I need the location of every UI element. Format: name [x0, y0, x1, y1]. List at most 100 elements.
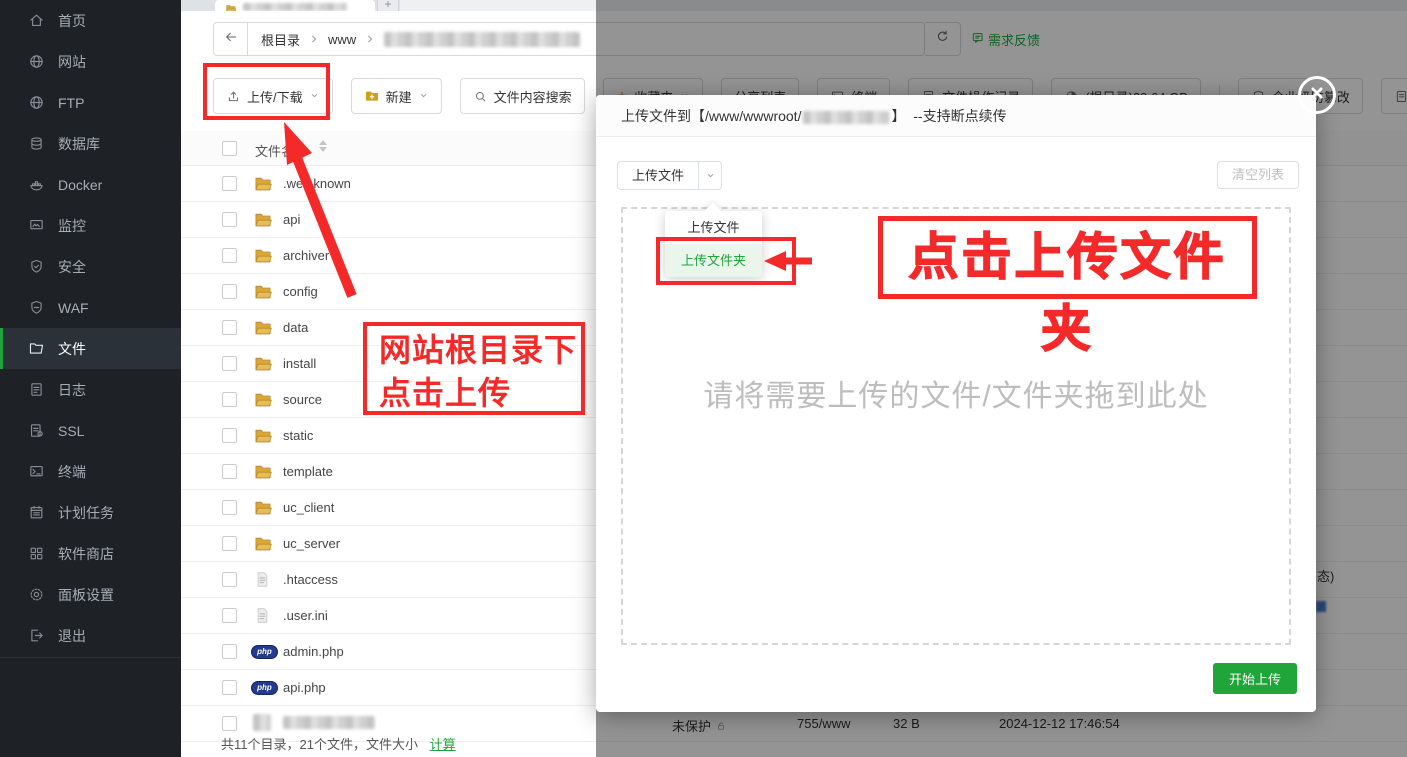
- calculate-size-link[interactable]: 计算: [430, 737, 456, 752]
- row-checkbox[interactable]: [222, 176, 237, 191]
- sidebar-item-home[interactable]: 首页: [0, 0, 181, 41]
- sidebar-item-logout[interactable]: 退出: [0, 615, 181, 656]
- row-checkbox[interactable]: [222, 680, 237, 695]
- row-checkbox[interactable]: [222, 536, 237, 551]
- chevron-down-icon: [705, 170, 716, 181]
- start-upload-button[interactable]: 开始上传: [1213, 663, 1297, 694]
- upload-dialog: 上传文件到【/www/wwwroot/】 --支持断点续传 上传文件 清空列表 …: [596, 95, 1316, 712]
- row-checkbox[interactable]: [222, 608, 237, 623]
- grid-icon: [28, 545, 45, 562]
- tab-current-directory[interactable]: [215, 0, 375, 11]
- toolbar-button-label: 新建: [386, 87, 412, 106]
- sidebar-item-settings[interactable]: 面板设置: [0, 574, 181, 615]
- title-path-prefix: 上传文件到【/www/wwwroot/: [621, 108, 801, 124]
- folder-icon: [225, 2, 237, 11]
- chevron-right-icon: [308, 33, 320, 45]
- folder-icon: [253, 282, 273, 302]
- sidebar-item-logs[interactable]: 日志: [0, 369, 181, 410]
- select-all-checkbox[interactable]: [222, 141, 237, 156]
- toolbar-button-0[interactable]: 上传/下载: [213, 78, 333, 114]
- close-icon: [1306, 82, 1328, 104]
- column-filename[interactable]: 文件名称: [255, 141, 307, 160]
- file-icon: [253, 570, 272, 589]
- file-name[interactable]: static: [283, 428, 313, 443]
- back-arrow-icon: [223, 29, 239, 50]
- row-checkbox[interactable]: [222, 716, 237, 731]
- sidebar-item-label: 软件商店: [58, 544, 114, 564]
- censored-path: [384, 32, 580, 47]
- file-name[interactable]: uc_client: [283, 500, 334, 515]
- breadcrumb-root[interactable]: 根目录: [261, 30, 300, 49]
- sidebar-item-terminal[interactable]: 终端: [0, 451, 181, 492]
- file-name[interactable]: .well-known: [283, 176, 351, 191]
- file-name[interactable]: install: [283, 356, 316, 371]
- sidebar-item-cron[interactable]: 计划任务: [0, 492, 181, 533]
- chevron-right-icon: [308, 33, 320, 45]
- menu-item-upload-folder[interactable]: 上传文件夹: [665, 244, 762, 277]
- gear-icon: [28, 586, 45, 603]
- row-checkbox[interactable]: [222, 284, 237, 299]
- doc-lines-icon: [28, 381, 45, 398]
- sidebar-item-appstore[interactable]: 软件商店: [0, 533, 181, 574]
- sidebar-item-label: 监控: [58, 216, 86, 236]
- row-checkbox[interactable]: [222, 356, 237, 371]
- sidebar-item-label: 安全: [58, 257, 86, 277]
- monitor-icon: [28, 217, 45, 234]
- file-name[interactable]: api: [283, 212, 300, 227]
- folder-icon: [253, 174, 273, 194]
- row-checkbox[interactable]: [222, 392, 237, 407]
- file-name[interactable]: source: [283, 392, 322, 407]
- row-checkbox[interactable]: [222, 248, 237, 263]
- file-name[interactable]: template: [283, 464, 333, 479]
- row-checkbox[interactable]: [222, 644, 237, 659]
- sidebar-item-monitor[interactable]: 监控: [0, 205, 181, 246]
- toolbar-button-2[interactable]: 文件内容搜索: [460, 78, 585, 114]
- sidebar-item-waf[interactable]: WAF: [0, 287, 181, 328]
- search-icon: [473, 89, 488, 104]
- new-tab-button[interactable]: +: [377, 0, 399, 11]
- sidebar-item-site[interactable]: 网站: [0, 41, 181, 82]
- file-name[interactable]: api.php: [283, 680, 326, 695]
- sidebar-item-ssl[interactable]: SSL: [0, 410, 181, 451]
- globe-icon: [28, 94, 45, 111]
- upload-file-split-button[interactable]: 上传文件: [617, 161, 722, 190]
- status-bar: 共11个目录，21个文件，文件大小 计算: [221, 734, 456, 753]
- upload-type-menu: 上传文件 上传文件夹: [665, 211, 762, 277]
- row-checkbox[interactable]: [222, 320, 237, 335]
- docker-icon: [28, 176, 45, 193]
- row-checkbox[interactable]: [222, 212, 237, 227]
- file-name[interactable]: archiver: [283, 248, 329, 263]
- censored-tab-title: [243, 3, 347, 11]
- sort-icon[interactable]: [319, 140, 327, 152]
- sidebar-item-ftp[interactable]: FTP: [0, 82, 181, 123]
- row-checkbox[interactable]: [222, 464, 237, 479]
- breadcrumb-www[interactable]: www: [328, 32, 356, 47]
- file-name[interactable]: uc_server: [283, 536, 340, 551]
- back-button[interactable]: [214, 23, 248, 55]
- sidebar-item-docker[interactable]: Docker: [0, 164, 181, 205]
- row-checkbox[interactable]: [222, 428, 237, 443]
- row-checkbox[interactable]: [222, 572, 237, 587]
- clear-list-button[interactable]: 清空列表: [1217, 161, 1299, 189]
- sidebar-item-files[interactable]: 文件: [0, 328, 181, 369]
- menu-item-upload-file[interactable]: 上传文件: [665, 211, 762, 244]
- file-name[interactable]: config: [283, 284, 318, 299]
- sidebar-item-label: 面板设置: [58, 585, 114, 605]
- sidebar: 首页网站FTP数据库Docker 监控安全 WAF文件日志 SSL 终端计划任务软件商店…: [0, 0, 181, 757]
- file-name[interactable]: .user.ini: [283, 608, 328, 623]
- file-name[interactable]: .htaccess: [283, 572, 338, 587]
- file-name[interactable]: data: [283, 320, 308, 335]
- upload-file-label[interactable]: 上传文件: [618, 162, 698, 189]
- sidebar-item-security[interactable]: 安全: [0, 246, 181, 287]
- dropzone-hint: 请将需要上传的文件/文件夹拖到此处: [623, 371, 1289, 415]
- php-icon: php: [251, 681, 278, 695]
- sidebar-item-database[interactable]: 数据库: [0, 123, 181, 164]
- sidebar-item-label: SSL: [58, 423, 84, 439]
- toolbar-button-1[interactable]: 新建: [351, 78, 442, 114]
- chevron-down-icon[interactable]: [698, 162, 721, 189]
- file-name[interactable]: admin.php: [283, 644, 344, 659]
- chevron-right-icon: [364, 33, 376, 45]
- close-button[interactable]: [1298, 76, 1336, 114]
- shield-check-icon: [28, 258, 45, 275]
- row-checkbox[interactable]: [222, 500, 237, 515]
